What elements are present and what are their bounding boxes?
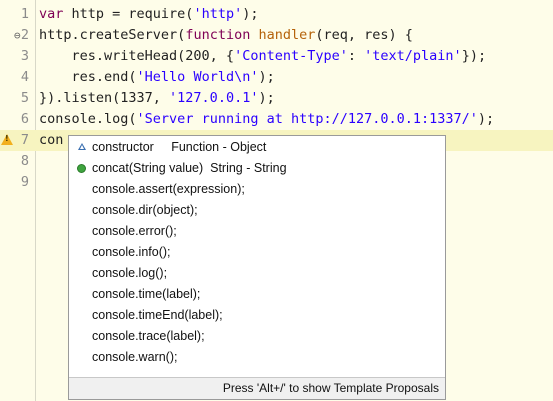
content-assist-popup: constructor Function - Object concat(Stri… — [68, 135, 446, 400]
code-token: con — [39, 132, 64, 148]
string-token: '127.0.0.1' — [169, 90, 259, 106]
line-number: 2 — [20, 27, 29, 43]
code-token: ); — [258, 90, 275, 106]
code-text: }).listen(1337, '127.0.0.1'); — [39, 88, 275, 109]
proposal-item[interactable]: console.warn(); — [70, 347, 444, 368]
code-token: http.createServer( — [39, 27, 186, 43]
proposal-label: console.timeEnd(label); — [92, 308, 223, 322]
code-token: ); — [242, 6, 259, 22]
keyword-token: function — [185, 27, 251, 43]
proposal-label: constructor Function - Object — [92, 140, 267, 154]
fold-toggle-icon[interactable]: ⊖ — [14, 25, 21, 46]
code-text: res.end('Hello World\n'); — [39, 67, 275, 88]
proposal-label: console.warn(); — [92, 350, 178, 364]
proposal-label: console.error(); — [92, 224, 177, 238]
code-token: : — [347, 48, 365, 64]
string-token: 'text/plain' — [364, 48, 462, 64]
warning-mark: ! — [5, 134, 9, 143]
proposal-label: console.assert(expression); — [92, 182, 245, 196]
line-number: 8 — [20, 153, 29, 169]
proposal-label: console.dir(object); — [92, 203, 198, 217]
string-token: 'Hello World\n' — [136, 69, 259, 85]
template-proposals-hint: Press 'Alt+/' to show Template Proposals — [222, 381, 439, 395]
proposal-label: console.log(); — [92, 266, 168, 280]
proposal-item[interactable]: console.time(label); — [70, 284, 444, 305]
code-token: ); — [258, 69, 275, 85]
code-line[interactable]: 5 }).listen(1337, '127.0.0.1'); — [0, 88, 553, 109]
code-text: var http = require('http'); — [39, 4, 258, 25]
line-gutter: 4 — [0, 67, 35, 88]
code-text: http.createServer(function handler(req, … — [39, 25, 413, 46]
proposal-item[interactable]: console.dir(object); — [70, 200, 444, 221]
proposal-label: console.time(label); — [92, 287, 201, 301]
line-number: 6 — [20, 111, 29, 127]
proposal-item[interactable]: console.timeEnd(label); — [70, 305, 444, 326]
code-line[interactable]: 1 var http = require('http'); — [0, 4, 553, 25]
code-token: }); — [461, 48, 487, 64]
code-token: http = require( — [63, 6, 194, 22]
code-line[interactable]: ⊖ 2 http.createServer(function handler(req… — [0, 25, 553, 46]
code-token: res.writeHead(200, { — [39, 48, 235, 64]
code-line[interactable]: 4 res.end('Hello World\n'); — [0, 67, 553, 88]
line-number: 3 — [20, 48, 29, 64]
string-token: 'http' — [193, 6, 243, 22]
proposal-item[interactable]: console.log(); — [70, 263, 444, 284]
keyword-token: var — [39, 6, 64, 22]
proposal-item[interactable]: console.trace(label); — [70, 326, 444, 347]
code-line[interactable]: 3 res.writeHead(200, {'Content-Type': 't… — [0, 46, 553, 67]
method-icon — [77, 164, 86, 173]
code-text: res.writeHead(200, {'Content-Type': 'tex… — [39, 46, 487, 67]
proposal-item[interactable]: console.info(); — [70, 242, 444, 263]
line-number: 7 — [20, 132, 29, 148]
code-line[interactable]: 6 console.log('Server running at http://1… — [0, 109, 553, 130]
line-gutter: ⊖ 2 — [0, 25, 35, 46]
line-gutter: 3 — [0, 46, 35, 67]
line-gutter: 8 — [0, 151, 35, 172]
proposal-item[interactable]: concat(String value) String - String — [70, 158, 444, 179]
code-token: }).listen(1337, — [39, 90, 170, 106]
function-name-token: handler — [258, 27, 316, 43]
proposal-item[interactable]: console.assert(expression); — [70, 179, 444, 200]
line-number: 5 — [20, 90, 29, 106]
line-number: 1 — [20, 6, 29, 22]
line-number: 4 — [20, 69, 29, 85]
line-gutter: 6 — [0, 109, 35, 130]
code-token: ); — [477, 111, 495, 127]
proposal-label: console.trace(label); — [92, 329, 205, 343]
proposal-label: concat(String value) String - String — [92, 161, 287, 175]
code-token: res.end( — [39, 69, 137, 85]
line-number: 9 — [20, 174, 29, 190]
code-text: con — [39, 130, 63, 151]
proposal-item[interactable]: constructor Function - Object — [70, 137, 444, 158]
code-token: console.log( — [39, 111, 137, 127]
code-token: (req, res) { — [315, 27, 413, 43]
line-gutter: ! 7 — [0, 130, 35, 151]
property-icon — [78, 143, 86, 150]
popup-footer: Press 'Alt+/' to show Template Proposals — [69, 377, 445, 399]
string-token: 'Content-Type' — [234, 48, 348, 64]
line-gutter: 1 — [0, 4, 35, 25]
proposal-item[interactable]: console.error(); — [70, 221, 444, 242]
string-token: 'Server running at http://127.0.0.1:1337… — [136, 111, 478, 127]
proposal-label: console.info(); — [92, 245, 171, 259]
line-gutter: 9 — [0, 172, 35, 193]
code-text: console.log('Server running at http://12… — [39, 109, 494, 130]
line-gutter: 5 — [0, 88, 35, 109]
